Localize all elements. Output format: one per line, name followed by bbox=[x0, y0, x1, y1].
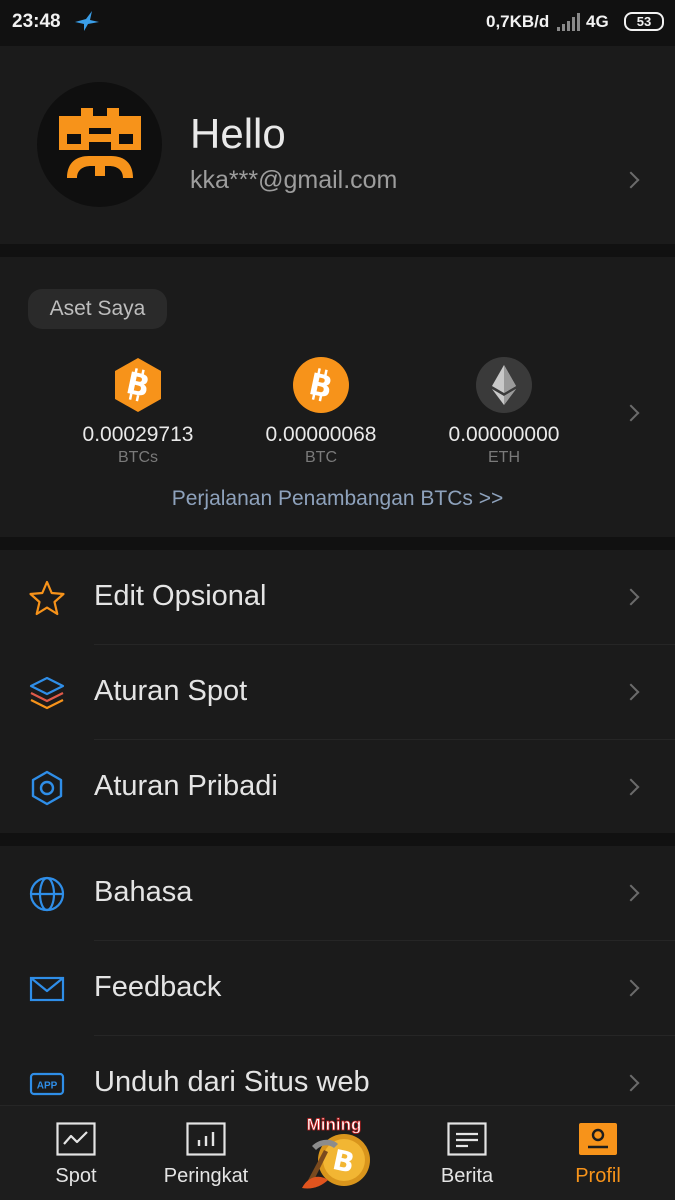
battery-level: 53 bbox=[636, 14, 652, 29]
menu-item-edit-opsional[interactable]: Edit Opsional bbox=[0, 550, 675, 645]
chevron-right-icon bbox=[622, 683, 640, 701]
profile-chevron-right-icon bbox=[622, 171, 640, 189]
greeting: Hello bbox=[190, 110, 286, 157]
chevron-right-icon bbox=[622, 588, 640, 606]
asset-value: 0.00000000 bbox=[448, 423, 560, 446]
mining-journey-link[interactable]: Perjalanan Penambangan BTCs >> bbox=[0, 487, 675, 511]
menu-item-feedback[interactable]: Feedback bbox=[0, 941, 675, 1036]
battery-icon: 53 bbox=[624, 12, 664, 31]
nav-profil[interactable]: Profil bbox=[538, 1106, 658, 1200]
status-speed: 0,7KB/d bbox=[486, 12, 550, 31]
globe-icon bbox=[28, 875, 66, 913]
mining-title: Mining bbox=[307, 1116, 362, 1134]
my-assets-card: Aset Saya B 0.00029713 BTCs B 0.00000068… bbox=[0, 257, 675, 537]
bitcoin-icon: B bbox=[293, 357, 349, 413]
news-icon bbox=[447, 1122, 487, 1156]
menu-item-aturan-spot[interactable]: Aturan Spot bbox=[0, 645, 675, 740]
asset-btc[interactable]: B 0.00000068 BTC bbox=[241, 357, 401, 467]
menu-label: Feedback bbox=[94, 971, 222, 1003]
chevron-right-icon bbox=[622, 884, 640, 902]
layers-icon bbox=[28, 674, 66, 712]
hexagon-icon bbox=[28, 769, 66, 807]
btcs-hexagon-icon: B bbox=[110, 357, 166, 413]
mail-icon bbox=[28, 970, 66, 1008]
nav-mining[interactable]: B Mining bbox=[278, 1106, 398, 1200]
avatar-face-icon bbox=[59, 108, 141, 178]
bar-chart-icon bbox=[186, 1122, 226, 1156]
nav-peringkat[interactable]: Peringkat bbox=[146, 1106, 266, 1200]
menu-item-bahasa[interactable]: Bahasa bbox=[0, 846, 675, 941]
notification-bird-icon bbox=[74, 10, 100, 37]
menu-label: Edit Opsional bbox=[94, 580, 267, 612]
assets-title-chip: Aset Saya bbox=[28, 289, 167, 329]
app-icon-text: APP bbox=[37, 1081, 58, 1092]
ethereum-icon bbox=[476, 357, 532, 413]
menu-label: Unduh dari Situs web bbox=[94, 1066, 370, 1098]
asset-unit: BTC bbox=[305, 449, 337, 466]
asset-btcs[interactable]: B 0.00029713 BTCs bbox=[58, 357, 218, 467]
nav-spot[interactable]: Spot bbox=[16, 1106, 136, 1200]
menu-group-general: Bahasa Feedback APP Unduh dari Situs web bbox=[0, 846, 675, 1105]
chevron-right-icon bbox=[622, 979, 640, 997]
status-network: 4G bbox=[586, 12, 609, 31]
status-time: 23:48 bbox=[12, 11, 61, 32]
asset-unit: BTCs bbox=[118, 449, 158, 466]
mining-bitcoin-icon: B Mining bbox=[298, 1115, 380, 1192]
profile-icon bbox=[578, 1122, 618, 1156]
nav-label: Peringkat bbox=[163, 1165, 249, 1187]
menu-group-settings: Edit Opsional Aturan Spot Aturan Pribadi bbox=[0, 550, 675, 833]
menu-item-aturan-pribadi[interactable]: Aturan Pribadi bbox=[0, 740, 675, 835]
chevron-right-icon bbox=[622, 1074, 640, 1092]
bottom-navigation: Spot Peringkat B Mining Berita Profil bbox=[0, 1105, 675, 1200]
status-bar: 23:48 0,7KB/d 4G 53 bbox=[0, 0, 675, 46]
signal-icon bbox=[557, 13, 583, 36]
profile-header[interactable]: Hello kka***@gmail.com bbox=[0, 46, 675, 244]
chart-line-icon bbox=[56, 1122, 96, 1156]
nav-label-active: Profil bbox=[575, 1165, 621, 1187]
nav-label: Berita bbox=[440, 1165, 494, 1187]
menu-label: Bahasa bbox=[94, 876, 193, 908]
app-icon: APP bbox=[28, 1065, 66, 1103]
star-icon bbox=[28, 579, 66, 617]
asset-value: 0.00000068 bbox=[265, 423, 377, 446]
menu-label: Aturan Pribadi bbox=[94, 770, 278, 802]
menu-label: Aturan Spot bbox=[94, 675, 248, 707]
asset-eth[interactable]: 0.00000000 ETH bbox=[424, 357, 584, 467]
nav-berita[interactable]: Berita bbox=[407, 1106, 527, 1200]
nav-label: Spot bbox=[55, 1165, 97, 1187]
user-email: kka***@gmail.com bbox=[190, 166, 398, 194]
asset-unit: ETH bbox=[488, 449, 520, 466]
avatar[interactable] bbox=[37, 82, 162, 207]
asset-value: 0.00029713 bbox=[82, 423, 194, 446]
assets-chevron-right-icon[interactable] bbox=[622, 404, 640, 422]
chevron-right-icon bbox=[622, 778, 640, 796]
